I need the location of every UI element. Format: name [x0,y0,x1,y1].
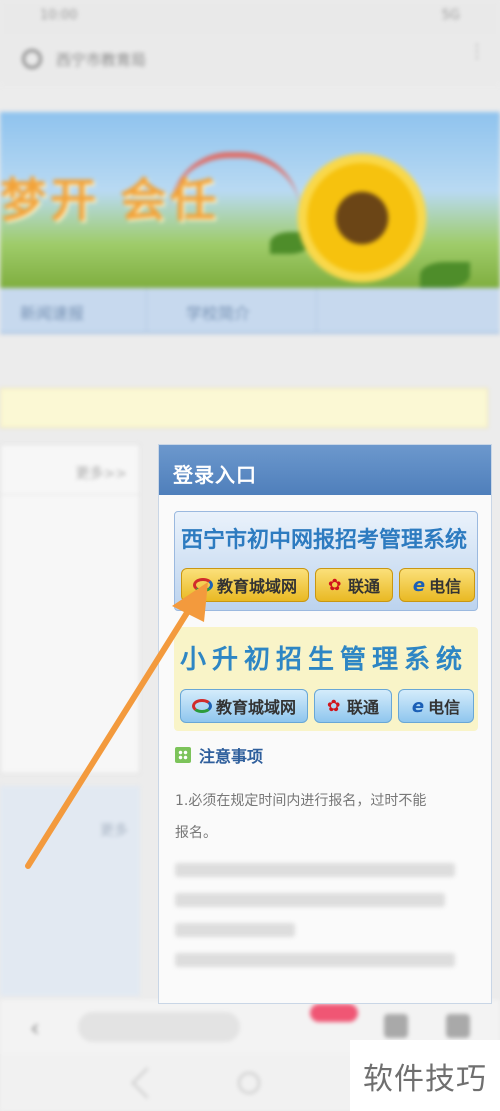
unicom-label-2: 联通 [346,698,379,717]
sunflower-image [292,148,432,288]
unicom-button-2[interactable]: ✿ 联通 [314,689,392,723]
blurred-text-line [175,953,455,967]
status-time: 10:00 [40,8,78,23]
address-text[interactable]: 西宁市教育局 [56,49,146,70]
left-news-panel: 更多>> [0,444,140,774]
telecom-label-2: 电信 [428,698,461,717]
status-indicators: 5G [441,8,460,23]
nav-tab-school[interactable]: 学校简介 [186,300,250,324]
unicom-label: 联通 [347,577,380,596]
system-junior-high: 西宁市初中网报招考管理系统 教育城域网 ✿ 联通 e 电信 [174,511,478,611]
system-primary-title: 小升初招生管理系统 [180,645,469,675]
blurred-text-line [175,893,445,907]
login-panel-title: 登录入口 [159,445,491,495]
unicom-logo-icon: ✿ [327,575,342,594]
edu-network-logo-icon [192,578,213,592]
back-icon[interactable]: ‹ [30,1014,40,1042]
bottom-address-pill[interactable] [78,1012,240,1042]
telecom-button-2[interactable]: e 电信 [398,689,474,723]
screenshot-page: 10:00 5G 西宁市教育局 ⋮ 梦开 会任 新闻速报 学校简介 更多>> 更… [0,0,500,1111]
notes-blurred-lines [175,863,475,967]
blurred-text-line [175,923,295,937]
edu-network-button-2[interactable]: 教育城域网 [180,689,308,723]
browser-address-bar[interactable]: 西宁市教育局 ⋮ [0,34,500,86]
watermark-text: 软件技巧 [363,1061,487,1097]
nav-home-key-icon[interactable] [238,1072,260,1094]
telecom-label: 电信 [429,577,462,596]
more-link-lower[interactable]: 更多 [100,820,128,840]
telecom-logo-icon: e [412,574,426,596]
more-link[interactable]: 更多>> [76,463,127,483]
edu-network-label: 教育城域网 [216,577,297,596]
system-junior-high-title: 西宁市初中网报招考管理系统 [181,528,468,553]
note-line-1: 1.必须在规定时间内进行报名，过时不能 [175,793,427,809]
notification-badge [310,1004,358,1022]
banner-slogan: 梦开 会任 [0,173,221,227]
system-primary-to-junior: 小升初招生管理系统 教育城域网 ✿ 联通 e 电信 [174,627,478,731]
search-icon [22,49,42,69]
telecom-logo-icon: e [411,695,425,717]
blurred-text-line [175,863,455,877]
notes-section: 注意事项 1.必须在规定时间内进行报名，过时不能 报名。 [175,743,475,983]
nav-divider [316,288,317,334]
edu-network-button[interactable]: 教育城域网 [181,568,309,602]
status-bar: 10:00 5G [0,0,500,34]
note-line-2: 报名。 [175,825,217,841]
login-entry-panel: 登录入口 西宁市初中网报招考管理系统 教育城域网 ✿ 联通 e 电信 小升初招生… [158,444,492,1004]
left-panel-lower: 更多 [0,786,140,996]
more-menu-icon[interactable]: ⋮ [468,43,486,70]
telecom-button[interactable]: e 电信 [399,568,475,602]
grid-icon [175,747,191,763]
nav-back-key-icon[interactable] [131,1067,163,1099]
notice-bar [0,388,488,428]
unicom-logo-icon: ✿ [326,696,341,715]
site-nav: 新闻速报 学校简介 [0,288,500,334]
leaf-decoration [420,262,470,288]
edu-network-label-2: 教育城域网 [215,698,296,717]
unicom-button[interactable]: ✿ 联通 [315,568,393,602]
edu-network-logo-icon [191,699,212,713]
share-icon[interactable] [384,1014,408,1038]
nav-tab-news[interactable]: 新闻速报 [20,300,84,324]
notes-heading-text: 注意事项 [199,747,264,766]
home-icon[interactable] [446,1014,470,1038]
notes-heading: 注意事项 [175,743,475,767]
watermark: 软件技巧 [350,1040,500,1111]
nav-divider [146,288,147,334]
